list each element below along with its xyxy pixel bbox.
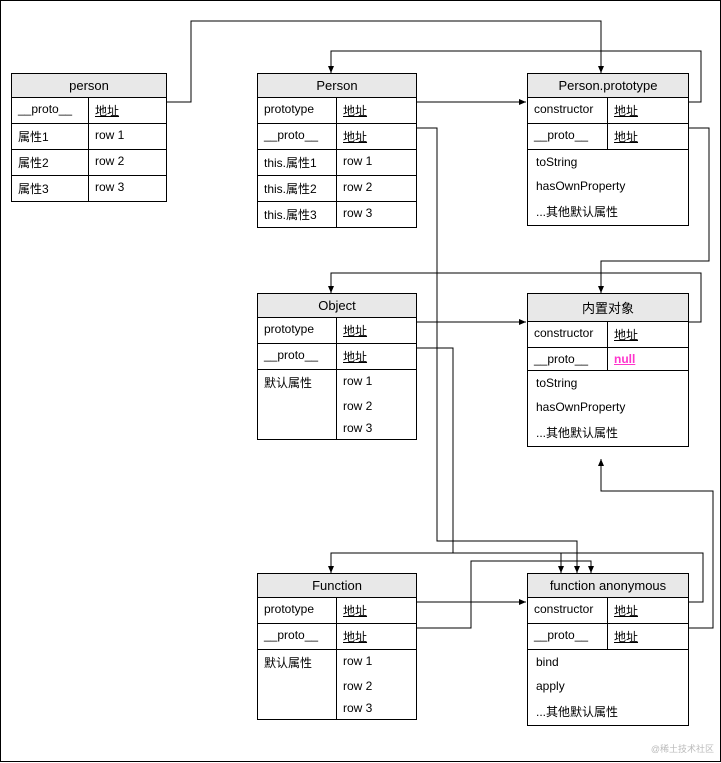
cell: ...其他默认属性 xyxy=(528,419,688,446)
cell: 属性2 xyxy=(12,150,89,175)
box-Object: Object prototype地址 __proto__地址 默认属性row 1… xyxy=(257,293,417,440)
cell-constructor: constructor xyxy=(528,598,608,623)
box-funcAnon: function anonymous constructor地址 __proto… xyxy=(527,573,689,726)
cell: 默认属性 xyxy=(258,370,337,395)
cell-addr: 地址 xyxy=(337,598,416,623)
cell: hasOwnProperty xyxy=(528,395,688,419)
cell: this.属性1 xyxy=(258,150,337,175)
cell-proto: __proto__ xyxy=(528,348,608,370)
cell-addr: 地址 xyxy=(337,98,416,123)
cell: row 2 xyxy=(337,675,416,697)
box-title: Person xyxy=(258,74,416,98)
cell-proto: __proto__ xyxy=(258,624,337,649)
cell: toString xyxy=(528,150,688,174)
watermark: @稀土技术社区 xyxy=(651,742,714,755)
cell-proto: __proto__ xyxy=(528,124,608,149)
cell xyxy=(258,675,337,697)
cell: row 3 xyxy=(337,202,416,227)
box-person: person __proto__地址 属性1row 1 属性2row 2 属性3… xyxy=(11,73,167,202)
box-title: person xyxy=(12,74,166,98)
cell: hasOwnProperty xyxy=(528,174,688,198)
cell-null: null xyxy=(608,348,688,370)
cell-addr: 地址 xyxy=(608,322,688,347)
box-title: function anonymous xyxy=(528,574,688,598)
cell-proto: __proto__ xyxy=(528,624,608,649)
cell-constructor: constructor xyxy=(528,98,608,123)
cell: toString xyxy=(528,371,688,395)
cell-prototype: prototype xyxy=(258,98,337,123)
cell: row 1 xyxy=(89,124,166,149)
cell-addr: 地址 xyxy=(608,598,688,623)
cell: row 2 xyxy=(89,150,166,175)
cell-proto: __proto__ xyxy=(258,344,337,369)
cell-addr: 地址 xyxy=(337,344,416,369)
box-title: Function xyxy=(258,574,416,598)
cell-addr: 地址 xyxy=(89,98,166,123)
cell-addr: 地址 xyxy=(608,98,688,123)
cell-addr: 地址 xyxy=(337,624,416,649)
cell-addr: 地址 xyxy=(337,124,416,149)
cell: row 3 xyxy=(337,417,416,439)
box-title: Person.prototype xyxy=(528,74,688,98)
cell: 属性1 xyxy=(12,124,89,149)
box-innerObj: 内置对象 constructor地址 __proto__null toStrin… xyxy=(527,293,689,447)
cell: row 3 xyxy=(337,697,416,719)
box-title: Object xyxy=(258,294,416,318)
box-PersonPrototype: Person.prototype constructor地址 __proto__… xyxy=(527,73,689,226)
cell: bind xyxy=(528,650,688,674)
cell: 属性3 xyxy=(12,176,89,201)
cell xyxy=(258,417,337,439)
cell-addr: 地址 xyxy=(337,318,416,343)
cell-addr: 地址 xyxy=(608,124,688,149)
cell: 默认属性 xyxy=(258,650,337,675)
box-Function: Function prototype地址 __proto__地址 默认属性row… xyxy=(257,573,417,720)
cell: this.属性3 xyxy=(258,202,337,227)
cell-prototype: prototype xyxy=(258,318,337,343)
cell: ...其他默认属性 xyxy=(528,198,688,225)
diagram-canvas: person __proto__地址 属性1row 1 属性2row 2 属性3… xyxy=(0,0,721,762)
cell-proto: __proto__ xyxy=(258,124,337,149)
cell: row 1 xyxy=(337,150,416,175)
cell xyxy=(258,395,337,417)
cell-constructor: constructor xyxy=(528,322,608,347)
cell: row 2 xyxy=(337,176,416,201)
cell-prototype: prototype xyxy=(258,598,337,623)
cell: ...其他默认属性 xyxy=(528,698,688,725)
cell: row 1 xyxy=(337,370,416,395)
cell: this.属性2 xyxy=(258,176,337,201)
cell-proto: __proto__ xyxy=(12,98,89,123)
cell-addr: 地址 xyxy=(608,624,688,649)
cell: row 3 xyxy=(89,176,166,201)
cell: row 1 xyxy=(337,650,416,675)
cell: apply xyxy=(528,674,688,698)
cell: row 2 xyxy=(337,395,416,417)
cell xyxy=(258,697,337,719)
box-title: 内置对象 xyxy=(528,294,688,322)
box-Person: Person prototype地址 __proto__地址 this.属性1r… xyxy=(257,73,417,228)
